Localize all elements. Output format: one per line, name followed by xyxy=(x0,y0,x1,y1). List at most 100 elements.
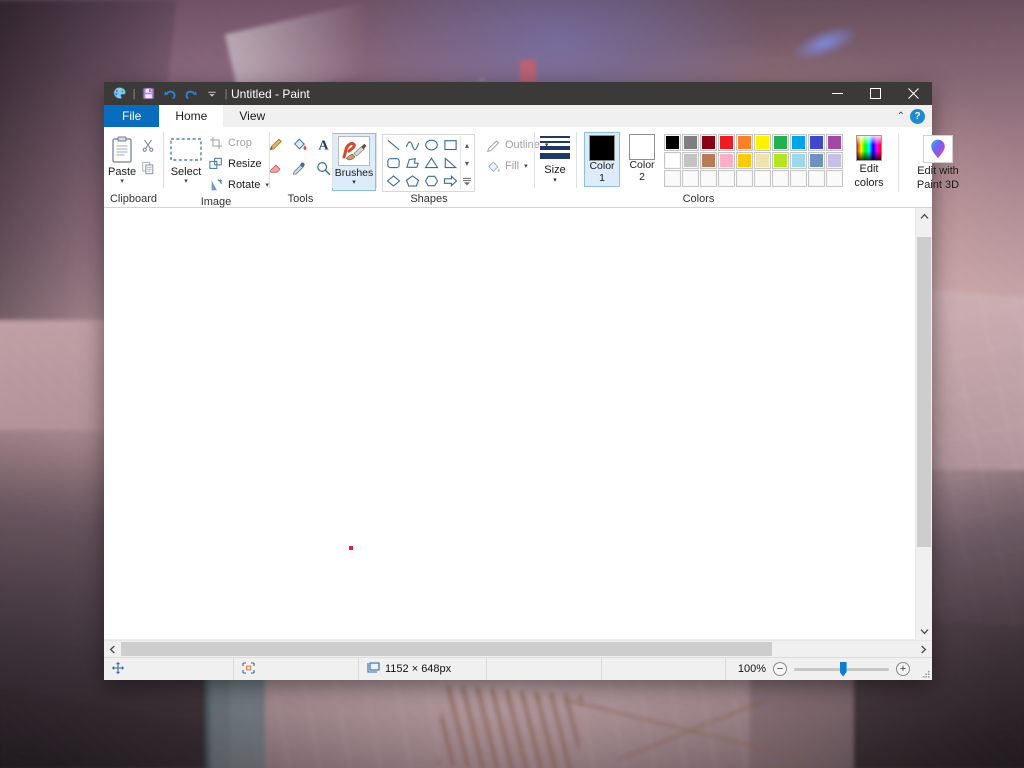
palette-swatch-r2-c7[interactable] xyxy=(772,152,789,169)
shape-right-arrow[interactable] xyxy=(441,172,460,190)
color-palette[interactable] xyxy=(664,132,843,187)
color-1-button[interactable]: Color 1 xyxy=(584,132,620,187)
palette-swatch-r1-c4[interactable] xyxy=(718,134,735,151)
horizontal-scroll-track[interactable] xyxy=(121,641,915,657)
palette-swatch-r3-c6[interactable] xyxy=(754,170,771,187)
shape-rounded-rectangle[interactable] xyxy=(384,154,403,172)
palette-swatch-r2-c1[interactable] xyxy=(664,152,681,169)
maximize-button[interactable] xyxy=(856,82,894,105)
title-bar[interactable]: | | Untitled - Paint xyxy=(104,82,932,105)
ribbon-tabstrip[interactable]: File Home View ⌃ ? xyxy=(104,105,932,127)
palette-swatch-r2-c3[interactable] xyxy=(700,152,717,169)
size-button[interactable]: Size ▾ xyxy=(534,130,576,184)
palette-swatch-r2-c2[interactable] xyxy=(682,152,699,169)
brushes-button[interactable]: Brushes ▾ xyxy=(332,133,376,191)
vertical-scroll-thumb[interactable] xyxy=(917,236,931,548)
shapes-gallery[interactable]: ▴ ▾ xyxy=(382,134,475,192)
resize-grip[interactable] xyxy=(918,658,932,680)
quick-access-toolbar[interactable]: | | xyxy=(104,84,229,103)
zoom-slider-thumb[interactable] xyxy=(839,661,847,677)
edit-with-paint-3d-button[interactable]: Edit with Paint 3D xyxy=(906,132,970,191)
fill-with-color-tool-button[interactable] xyxy=(289,135,311,157)
redo-icon[interactable] xyxy=(181,84,200,103)
shape-triangle[interactable] xyxy=(422,154,441,172)
palette-swatch-r1-c2[interactable] xyxy=(682,134,699,151)
shape-diamond[interactable] xyxy=(384,172,403,190)
size-caret-icon[interactable]: ▾ xyxy=(553,176,557,184)
undo-icon[interactable] xyxy=(160,84,179,103)
select-button[interactable]: Select ▾ xyxy=(169,132,203,185)
paste-button[interactable]: Paste ▾ xyxy=(108,132,136,185)
tab-file[interactable]: File xyxy=(104,105,160,127)
brushes-caret-icon[interactable]: ▾ xyxy=(352,179,356,186)
zoom-slider[interactable] xyxy=(794,661,889,677)
palette-swatch-r2-c6[interactable] xyxy=(754,152,771,169)
copy-button[interactable] xyxy=(136,157,160,179)
palette-swatch-r3-c4[interactable] xyxy=(718,170,735,187)
palette-swatch-r2-c5[interactable] xyxy=(736,152,753,169)
shapes-scroll-up-icon[interactable]: ▴ xyxy=(461,136,473,154)
palette-swatch-r1-c10[interactable] xyxy=(826,134,843,151)
zoom-in-button[interactable]: + xyxy=(896,662,910,676)
palette-swatch-r3-c10[interactable] xyxy=(826,170,843,187)
scroll-right-icon[interactable] xyxy=(915,641,932,657)
shape-polygon[interactable] xyxy=(403,154,422,172)
drawing-canvas[interactable] xyxy=(104,208,915,640)
rotate-button[interactable]: Rotate ▾ xyxy=(204,175,273,195)
horizontal-scroll-thumb[interactable] xyxy=(121,642,773,656)
shape-oval[interactable] xyxy=(422,136,441,154)
crop-button[interactable]: Crop xyxy=(204,133,273,153)
palette-swatch-r1-c9[interactable] xyxy=(808,134,825,151)
vertical-scrollbar[interactable] xyxy=(915,208,932,640)
horizontal-scrollbar[interactable] xyxy=(104,640,932,657)
shape-hexagon[interactable] xyxy=(422,172,441,190)
palette-swatch-r1-c5[interactable] xyxy=(736,134,753,151)
shape-line[interactable] xyxy=(384,136,403,154)
palette-swatch-r1-c8[interactable] xyxy=(790,134,807,151)
shape-right-triangle[interactable] xyxy=(441,154,460,172)
paste-caret-icon[interactable]: ▾ xyxy=(120,178,124,185)
palette-swatch-r1-c6[interactable] xyxy=(754,134,771,151)
shapes-scroll-controls[interactable]: ▴ ▾ xyxy=(460,136,473,190)
collapse-ribbon-icon[interactable]: ⌃ xyxy=(897,111,905,122)
paint-palette-icon[interactable] xyxy=(110,84,129,103)
fill-caret-icon[interactable]: ▾ xyxy=(524,162,528,170)
palette-swatch-r3-c8[interactable] xyxy=(790,170,807,187)
resize-button[interactable]: Resize xyxy=(204,154,273,174)
palette-swatch-r3-c5[interactable] xyxy=(736,170,753,187)
scroll-up-icon[interactable] xyxy=(916,208,932,225)
help-icon[interactable]: ? xyxy=(910,108,925,124)
scroll-down-icon[interactable] xyxy=(916,623,932,640)
palette-swatch-r2-c9[interactable] xyxy=(808,152,825,169)
palette-swatch-r2-c4[interactable] xyxy=(718,152,735,169)
palette-swatch-r3-c1[interactable] xyxy=(664,170,681,187)
cut-button[interactable] xyxy=(136,134,160,156)
palette-swatch-r3-c2[interactable] xyxy=(682,170,699,187)
color-2-button[interactable]: Color 2 xyxy=(624,132,660,185)
palette-swatch-r3-c7[interactable] xyxy=(772,170,789,187)
tab-home[interactable]: Home xyxy=(159,105,224,127)
edit-colors-button[interactable]: Edit colors xyxy=(847,132,891,189)
select-caret-icon[interactable]: ▾ xyxy=(184,178,188,185)
palette-swatch-r2-c10[interactable] xyxy=(826,152,843,169)
palette-swatch-r1-c1[interactable] xyxy=(664,134,681,151)
pencil-tool-button[interactable] xyxy=(265,135,287,157)
shapes-more-icon[interactable] xyxy=(461,172,473,190)
color-picker-tool-button[interactable] xyxy=(289,159,311,181)
shape-curve[interactable] xyxy=(403,136,422,154)
save-icon[interactable] xyxy=(139,84,158,103)
customize-quick-access-icon[interactable] xyxy=(202,84,221,103)
minimize-button[interactable] xyxy=(818,82,856,105)
zoom-controls[interactable]: 100% − + xyxy=(726,658,918,680)
tab-view[interactable]: View xyxy=(223,105,281,127)
palette-swatch-r2-c8[interactable] xyxy=(790,152,807,169)
zoom-out-button[interactable]: − xyxy=(773,662,787,676)
scroll-left-icon[interactable] xyxy=(104,641,121,657)
close-button[interactable] xyxy=(894,82,932,105)
window-controls[interactable] xyxy=(818,82,932,105)
shape-rectangle[interactable] xyxy=(441,136,460,154)
eraser-tool-button[interactable] xyxy=(265,159,287,181)
shapes-scroll-down-icon[interactable]: ▾ xyxy=(461,154,473,172)
shape-pentagon[interactable] xyxy=(403,172,422,190)
palette-swatch-r3-c3[interactable] xyxy=(700,170,717,187)
